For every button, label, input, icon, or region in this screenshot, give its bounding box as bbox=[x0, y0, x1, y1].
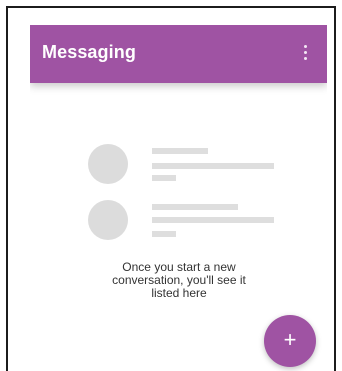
placeholder-line bbox=[152, 231, 176, 237]
placeholder-line bbox=[152, 175, 176, 181]
placeholder-avatar bbox=[88, 144, 128, 184]
messaging-screen: Messaging Once you start a new conversat… bbox=[30, 25, 327, 371]
overflow-dot bbox=[304, 45, 307, 48]
app-bar: Messaging bbox=[30, 25, 327, 83]
overflow-dot bbox=[304, 57, 307, 60]
placeholder-conversation-row bbox=[86, 142, 276, 186]
app-title: Messaging bbox=[42, 42, 136, 62]
placeholder-line bbox=[152, 148, 208, 154]
new-conversation-button[interactable]: + bbox=[264, 315, 316, 367]
plus-icon: + bbox=[283, 327, 297, 352]
overflow-dot bbox=[304, 51, 307, 54]
more-vert-icon[interactable] bbox=[303, 45, 309, 62]
placeholder-avatar bbox=[88, 200, 128, 240]
empty-state-message: Once you start a new conversation, you'l… bbox=[84, 261, 274, 300]
placeholder-line bbox=[152, 204, 238, 210]
placeholder-conversation-row bbox=[86, 198, 276, 242]
placeholder-line bbox=[152, 163, 274, 169]
placeholder-line bbox=[152, 217, 274, 223]
empty-placeholder-illustration bbox=[86, 142, 276, 242]
empty-state-line: listed here bbox=[151, 286, 207, 300]
